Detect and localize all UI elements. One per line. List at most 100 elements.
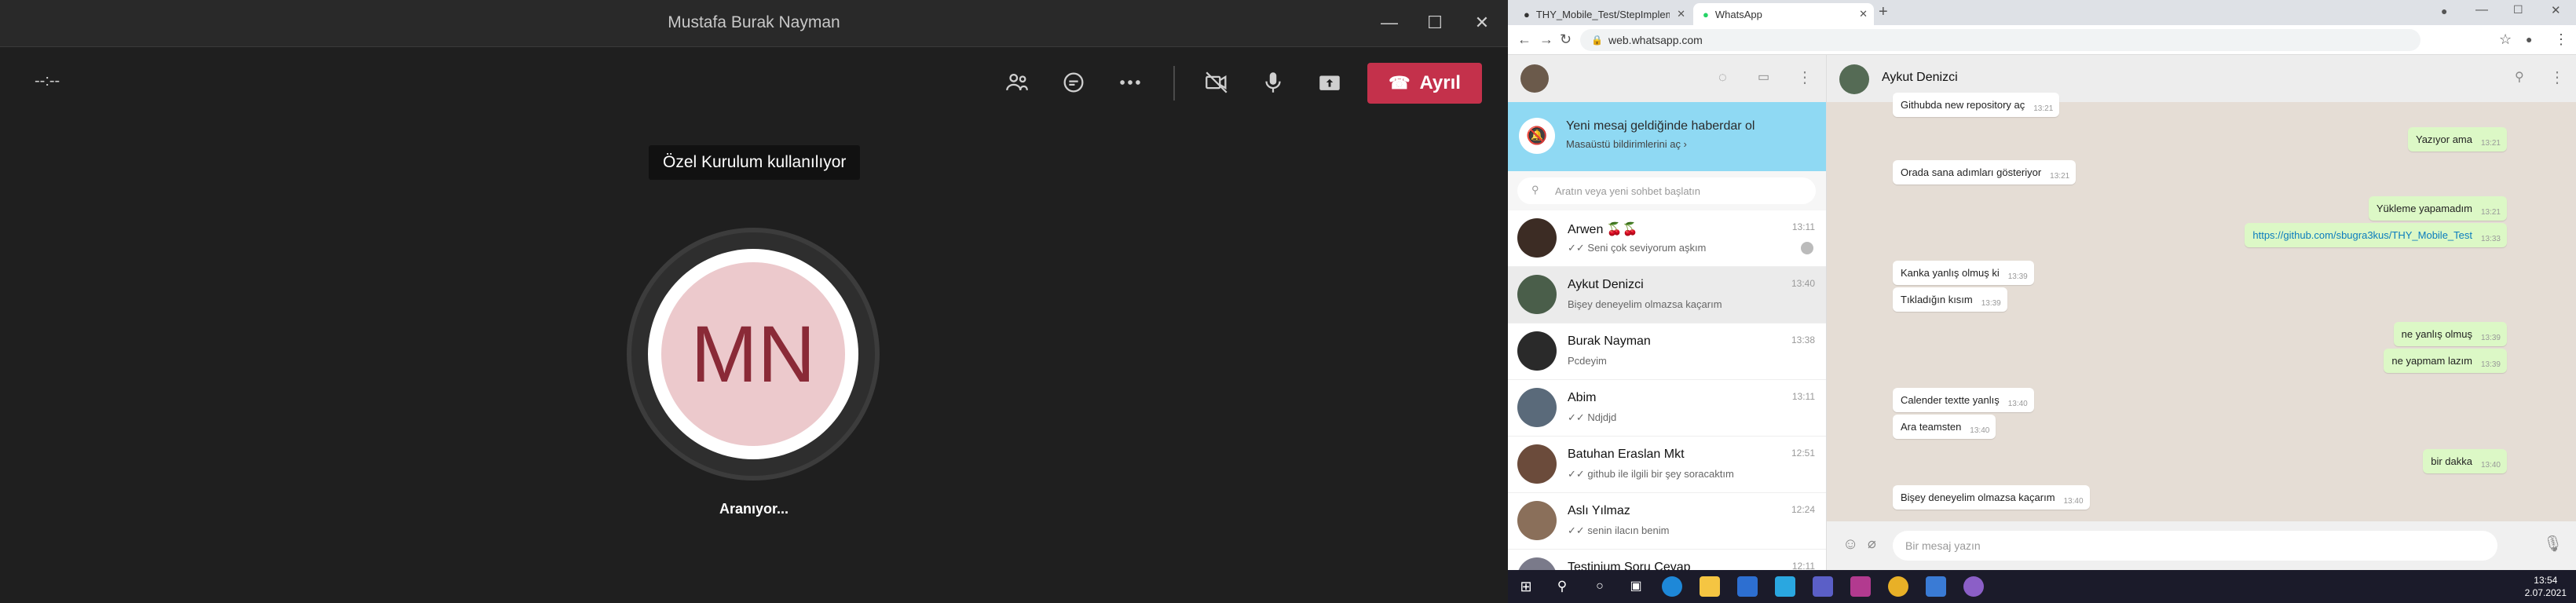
- caller-avatar: MN: [661, 262, 845, 446]
- whatsapp-icon: ●: [1703, 8, 1709, 20]
- mail-icon[interactable]: [1737, 576, 1758, 597]
- message-in: Orada sana adımları gösteriyor 13:21: [1893, 160, 2077, 185]
- search-bar: ⚲: [1508, 171, 1826, 210]
- minimize-icon[interactable]: —: [1378, 11, 1401, 35]
- leave-button[interactable]: ☎ Ayrıl: [1367, 63, 1482, 104]
- avatar: [1517, 218, 1557, 258]
- system-clock[interactable]: 13:54 2.07.2021: [2525, 574, 2567, 599]
- caller-avatar-ring: MN: [627, 228, 880, 481]
- chat-item[interactable]: Aslı Yılmaz ✓✓ senin ilacın benim 12:24: [1508, 493, 1826, 550]
- message-time: 13:40: [1970, 426, 1990, 435]
- call-timer: --:--: [35, 72, 60, 90]
- message-in: Kanka yanlış olmuş ki 13:39: [1893, 261, 2034, 285]
- message-in: Calender textte yanlış 13:40: [1893, 388, 2034, 412]
- chat-preview: ✓✓ Ndjdjd: [1568, 411, 1617, 423]
- minimize-icon[interactable]: —: [2475, 3, 2488, 17]
- toolbar-divider: [1173, 66, 1175, 100]
- cortana-icon[interactable]: ○: [1590, 576, 1610, 597]
- close-icon[interactable]: ✕: [1470, 11, 1494, 35]
- edge-icon[interactable]: [1662, 576, 1682, 597]
- profile-icon[interactable]: ●: [2441, 5, 2447, 17]
- file-explorer-icon[interactable]: [1700, 576, 1720, 597]
- new-chat-icon[interactable]: ▭: [1758, 69, 1769, 85]
- tab-github[interactable]: ● THY_Mobile_Test/StepImplemen ✕: [1514, 3, 1692, 25]
- message-time: 13:39: [2480, 334, 2501, 342]
- intellij-icon[interactable]: [1850, 576, 1871, 597]
- message-input[interactable]: [1893, 531, 2497, 561]
- chat-item[interactable]: Abim ✓✓ Ndjdjd 13:11: [1508, 380, 1826, 437]
- contact-name[interactable]: Aykut Denizci: [1882, 71, 1958, 85]
- message-text: Calender textte yanlış: [1901, 394, 2000, 406]
- bookmark-star-icon[interactable]: ☆: [2499, 31, 2512, 48]
- chat-icon[interactable]: [1057, 66, 1090, 99]
- message-time: 13:39: [2480, 360, 2501, 369]
- microphone-icon[interactable]: 🎙: [2543, 534, 2563, 554]
- menu-icon[interactable]: ⋮: [1797, 68, 1813, 87]
- message-out: bir dakka 13:40: [2423, 449, 2507, 473]
- chat-item[interactable]: Testinium Soru Cevap 12:11: [1508, 550, 1826, 570]
- app-icon[interactable]: [1963, 576, 1984, 597]
- search-icon[interactable]: ⚲: [2515, 69, 2524, 85]
- task-view-icon[interactable]: ▣: [1626, 576, 1646, 597]
- message-out-link[interactable]: https://github.com/sbugra3kus/THY_Mobile…: [2245, 223, 2507, 247]
- chrome-menu-icon[interactable]: ⋮: [2554, 31, 2568, 48]
- maximize-icon[interactable]: ☐: [1423, 11, 1447, 35]
- notification-banner[interactable]: 🔕 Yeni mesaj geldiğinde haberdar ol Masa…: [1508, 102, 1826, 171]
- menu-icon[interactable]: ⋮: [2549, 68, 2565, 87]
- chat-item-selected[interactable]: Aykut Denizci Bişey deneyelim olmazsa kaç…: [1508, 267, 1826, 323]
- leave-label: Ayrıl: [1419, 72, 1461, 93]
- notif-title: Yeni mesaj geldiğinde haberdar ol: [1566, 119, 1755, 133]
- message-link[interactable]: https://github.com/sbugra3kus/THY_Mobile…: [2252, 229, 2472, 241]
- avatar: [1517, 331, 1557, 371]
- chat-item[interactable]: Batuhan Eraslan Mkt ✓✓ github ile ilgili …: [1508, 437, 1826, 493]
- my-avatar[interactable]: [1520, 64, 1549, 93]
- close-tab-icon[interactable]: ✕: [1677, 8, 1685, 20]
- chat-item[interactable]: Burak Nayman Pcdeyim 13:38: [1508, 323, 1826, 380]
- new-tab-icon[interactable]: +: [1879, 3, 1888, 21]
- tab-whatsapp[interactable]: ● WhatsApp ✕: [1693, 3, 1874, 25]
- chat-time: 12:11: [1791, 561, 1815, 570]
- chrome-icon[interactable]: [1888, 576, 1908, 597]
- message-time: 13:40: [2063, 497, 2084, 506]
- profile-avatar-icon[interactable]: ●: [2526, 33, 2532, 46]
- teams-icon[interactable]: [1813, 576, 1833, 597]
- message-in: Ara teamsten 13:40: [1893, 415, 1996, 439]
- message-time: 13:33: [2480, 235, 2501, 243]
- url-text: web.whatsapp.com: [1608, 34, 1703, 46]
- attach-icon[interactable]: ⌀: [1868, 535, 1876, 552]
- chat-list: Arwen 🍒🍒 ✓✓ Seni çok seviyorum aşkım 13:11…: [1508, 210, 1826, 570]
- search-input[interactable]: [1517, 177, 1816, 204]
- chat-name: Testinium Soru Cevap: [1568, 561, 1691, 570]
- contact-avatar[interactable]: [1839, 64, 1869, 94]
- chat-time: 13:11: [1791, 221, 1815, 232]
- close-tab-icon[interactable]: ✕: [1859, 8, 1868, 20]
- app-icon[interactable]: [1926, 576, 1946, 597]
- chat-preview: ✓✓ senin ilacın benim: [1568, 524, 1670, 536]
- address-bar-row: ← → ↻ 🔒 web.whatsapp.com ☆ ● ⋮: [1508, 25, 2576, 55]
- close-icon[interactable]: ✕: [2551, 3, 2561, 17]
- start-icon[interactable]: ⊞: [1516, 576, 1536, 597]
- camera-off-icon[interactable]: [1200, 66, 1233, 99]
- clock-date: 2.07.2021: [2524, 587, 2567, 598]
- emoji-icon[interactable]: ☺: [1842, 535, 1858, 554]
- back-icon[interactable]: ←: [1517, 31, 1531, 48]
- status-icon[interactable]: ◌: [1718, 69, 1727, 86]
- microphone-icon[interactable]: [1257, 66, 1290, 99]
- avatar: [1517, 444, 1557, 484]
- participants-icon[interactable]: [1001, 66, 1034, 99]
- chat-time: 13:11: [1791, 391, 1815, 402]
- maximize-icon[interactable]: ☐: [2513, 3, 2523, 16]
- search-icon[interactable]: ⚲: [1552, 576, 1572, 597]
- chat-name: Batuhan Eraslan Mkt: [1568, 448, 1685, 461]
- chat-item[interactable]: Arwen 🍒🍒 ✓✓ Seni çok seviyorum aşkım 13:11: [1508, 210, 1826, 267]
- url-bar[interactable]: 🔒 web.whatsapp.com: [1580, 29, 2420, 51]
- message-text: Kanka yanlış olmuş ki: [1901, 267, 2000, 279]
- forward-icon[interactable]: →: [1539, 31, 1553, 48]
- share-screen-icon[interactable]: [1313, 66, 1346, 99]
- more-options-icon[interactable]: [1114, 66, 1147, 99]
- message-text: Yükleme yapamadım: [2376, 203, 2472, 214]
- notif-link[interactable]: Masaüstü bildirimlerini aç ›: [1566, 138, 1687, 150]
- app-l-icon[interactable]: [1775, 576, 1795, 597]
- chat-name: Abim: [1568, 391, 1597, 404]
- reload-icon[interactable]: ↻: [1560, 31, 1572, 48]
